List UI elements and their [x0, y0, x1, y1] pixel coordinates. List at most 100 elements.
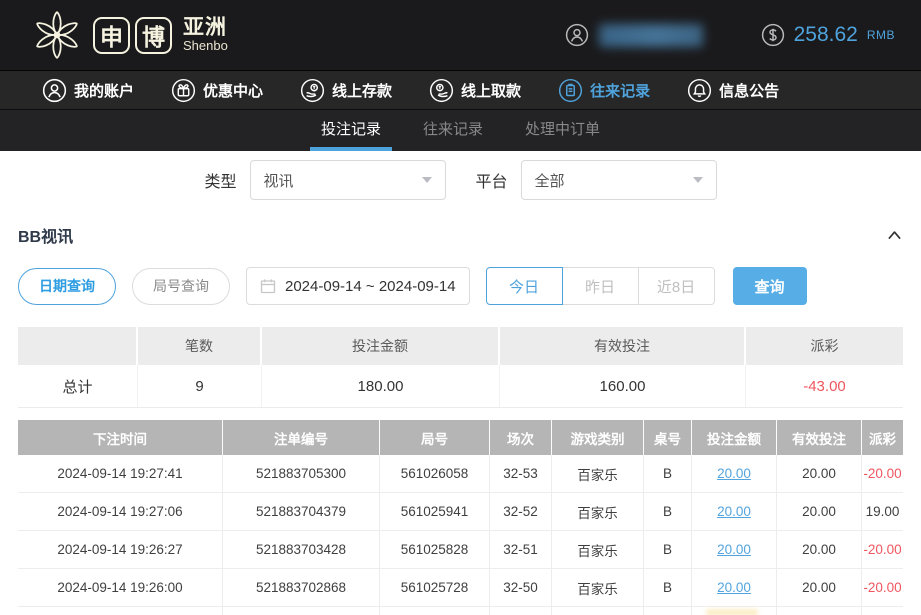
- nav-label: 优惠中心: [203, 80, 263, 101]
- bell-icon: [687, 78, 712, 103]
- cell-valid: 20.00: [777, 455, 862, 492]
- cell-order: 521883705300: [223, 455, 380, 492]
- flower-logo-icon: [30, 8, 84, 62]
- cell-valid: 20.00: [777, 569, 862, 606]
- summary-valid-bet: 160.00: [500, 365, 746, 407]
- type-select[interactable]: 视讯: [250, 160, 446, 200]
- chevron-down-icon: [693, 177, 703, 183]
- summary-header-row: 笔数 投注金额 有效投注 派彩: [18, 327, 903, 365]
- deposit-icon: [300, 78, 325, 103]
- bet-amount-link[interactable]: 20.00: [717, 542, 751, 557]
- search-button[interactable]: 查询: [733, 267, 807, 305]
- partial-table-row: [18, 607, 903, 615]
- bet-amount-link[interactable]: 20.00: [717, 466, 751, 481]
- platform-select[interactable]: 全部: [521, 160, 717, 200]
- records-icon: [558, 78, 583, 103]
- platform-select-value: 全部: [535, 170, 693, 191]
- section-title: BB视讯: [18, 223, 73, 247]
- summary-header-bet-amount: 投注金额: [262, 327, 500, 365]
- round-query-button[interactable]: 局号查询: [132, 268, 230, 305]
- nav-item-announcements[interactable]: 信息公告: [687, 78, 779, 103]
- nav-item-deposit[interactable]: 线上存款: [300, 78, 392, 103]
- date-range-input[interactable]: 2024-09-14 ~ 2024-09-14: [246, 267, 470, 305]
- bet-amount-link[interactable]: 20.00: [717, 504, 751, 519]
- cell-valid: 20.00: [777, 493, 862, 530]
- table-row: 2024-09-14 19:26:27 521883703428 5610258…: [18, 531, 903, 569]
- col-header-valid: 有效投注: [777, 420, 862, 455]
- summary-payout: -43.00: [746, 365, 903, 407]
- today-button[interactable]: 今日: [486, 267, 563, 305]
- top-bar: 申 博 亚洲 Shenbo: [0, 0, 921, 70]
- cell-session: 32-50: [490, 569, 552, 606]
- nav-label: 信息公告: [719, 80, 779, 101]
- balance-amount: 258.62: [794, 23, 858, 47]
- page: 申 博 亚洲 Shenbo: [0, 0, 921, 615]
- chevron-down-icon: [422, 177, 432, 183]
- bet-amount-link[interactable]: 20.00: [717, 580, 751, 595]
- nav-item-my-account[interactable]: 我的账户: [42, 78, 134, 103]
- tab-bet-records[interactable]: 投注记录: [310, 110, 392, 151]
- cell-round: 561025941: [380, 493, 490, 530]
- nav-label: 线上存款: [332, 80, 392, 101]
- nav-item-withdraw[interactable]: 线上取款: [429, 78, 521, 103]
- cell-payout: -20.00: [862, 455, 903, 492]
- col-header-table-no: 桌号: [644, 420, 692, 455]
- cell-session: 32-51: [490, 531, 552, 568]
- balance[interactable]: 258.62 RMB: [761, 23, 895, 47]
- query-row: 日期查询 局号查询 2024-09-14 ~ 2024-09-14 今日 昨日 …: [18, 267, 903, 305]
- logo-subtitle: Shenbo: [183, 39, 228, 53]
- user-icon: [42, 78, 67, 103]
- cell-table-no: B: [644, 493, 692, 530]
- summary-bet-amount: 180.00: [262, 365, 500, 407]
- nav-label: 我的账户: [74, 80, 134, 101]
- tab-transaction-records[interactable]: 往来记录: [412, 110, 494, 151]
- cell-payout: 19.00: [862, 493, 903, 530]
- cell-table-no: B: [644, 531, 692, 568]
- section-header: BB视讯: [18, 223, 903, 247]
- cell-game: 百家乐: [552, 455, 644, 492]
- brand-logo[interactable]: 申 博 亚洲 Shenbo: [30, 8, 228, 62]
- nav-item-transaction-records[interactable]: 往来记录: [558, 78, 650, 103]
- nav-item-promotions[interactable]: 优惠中心: [171, 78, 263, 103]
- calendar-icon: [260, 278, 276, 294]
- logo-char-right: 博: [135, 17, 172, 54]
- table-row: 2024-09-14 19:27:06 521883704379 5610259…: [18, 493, 903, 531]
- logo-characters: 申 博: [93, 17, 172, 54]
- cell-time: 2024-09-14 19:26:27: [18, 531, 223, 568]
- date-range-value: 2024-09-14 ~ 2024-09-14: [285, 278, 456, 295]
- quick-date-group: 今日 昨日 近8日: [486, 267, 715, 305]
- withdraw-icon: [429, 78, 454, 103]
- summary-table: 笔数 投注金额 有效投注 派彩 总计 9 180.00 160.00 -43.0…: [18, 327, 903, 408]
- cell-time: 2024-09-14 19:27:06: [18, 493, 223, 530]
- cell-round: 561025728: [380, 569, 490, 606]
- cell-round: 561025828: [380, 531, 490, 568]
- date-query-button[interactable]: 日期查询: [18, 268, 116, 305]
- summary-header-valid-bet: 有效投注: [500, 327, 746, 365]
- account-info[interactable]: [565, 23, 703, 47]
- filter-row: 类型 视讯 平台 全部: [18, 160, 903, 200]
- col-header-time: 下注时间: [18, 420, 223, 455]
- summary-header-count: 笔数: [138, 327, 262, 365]
- chevron-up-icon[interactable]: [886, 227, 903, 244]
- balance-currency: RMB: [867, 28, 895, 42]
- col-header-round: 局号: [380, 420, 490, 455]
- nav-label: 线上取款: [461, 80, 521, 101]
- cell-session: 32-53: [490, 455, 552, 492]
- summary-total-label: 总计: [18, 365, 138, 407]
- cell-order: 521883702868: [223, 569, 380, 606]
- bet-records-table: 下注时间 注单编号 局号 场次 游戏类别 桌号 投注金额 有效投注 派彩 202…: [18, 420, 903, 615]
- cell-game: 百家乐: [552, 569, 644, 606]
- cell-table-no: B: [644, 569, 692, 606]
- type-filter-label: 类型: [204, 168, 236, 192]
- cell-payout: -20.00: [862, 569, 903, 606]
- cell-order: 521883704379: [223, 493, 380, 530]
- table-header-row: 下注时间 注单编号 局号 场次 游戏类别 桌号 投注金额 有效投注 派彩: [18, 420, 903, 455]
- cell-session: 32-52: [490, 493, 552, 530]
- yesterday-button[interactable]: 昨日: [562, 267, 639, 305]
- logo-char-left: 申: [93, 17, 130, 54]
- cell-valid: 20.00: [777, 531, 862, 568]
- main-nav: 我的账户 优惠中心 线上存款: [0, 70, 921, 110]
- tab-pending-orders[interactable]: 处理中订单: [514, 110, 611, 151]
- last-8-days-button[interactable]: 近8日: [638, 267, 715, 305]
- cell-order: 521883703428: [223, 531, 380, 568]
